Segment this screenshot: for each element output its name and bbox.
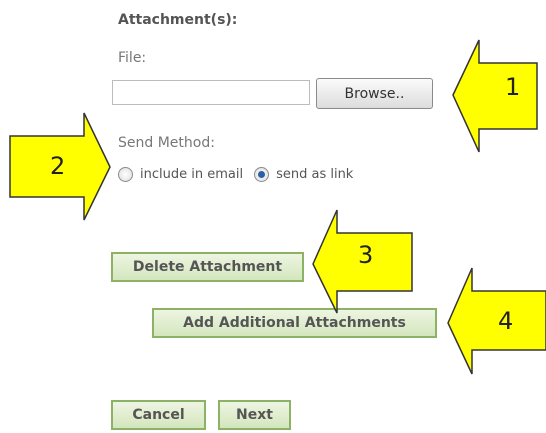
callout-arrow-4: 4 xyxy=(447,267,546,375)
send-as-link-label[interactable]: send as link xyxy=(276,167,353,182)
callout-arrow-1: 1 xyxy=(452,39,538,153)
next-button[interactable]: Next xyxy=(218,400,291,430)
attachments-heading: Attachment(s): xyxy=(118,12,238,28)
delete-attachment-button[interactable]: Delete Attachment xyxy=(111,252,304,282)
callout-arrow-3: 3 xyxy=(312,209,413,314)
include-in-email-label[interactable]: include in email xyxy=(140,167,243,182)
file-label: File: xyxy=(118,50,147,66)
include-in-email-radio[interactable] xyxy=(118,167,133,182)
send-method-label: Send Method: xyxy=(118,135,215,151)
send-as-link-radio[interactable] xyxy=(254,167,270,182)
callout-1-number: 1 xyxy=(505,73,520,101)
callout-4-number: 4 xyxy=(498,307,513,335)
file-path-input[interactable] xyxy=(112,80,310,105)
send-method-radio-group: include in email send as link xyxy=(118,167,364,182)
cancel-button[interactable]: Cancel xyxy=(111,400,206,430)
callout-2-number: 2 xyxy=(50,152,65,180)
browse-button[interactable]: Browse.. xyxy=(316,78,433,109)
callout-arrow-2: 2 xyxy=(9,112,111,221)
callout-3-number: 3 xyxy=(358,241,373,269)
add-additional-attachments-button[interactable]: Add Additional Attachments xyxy=(152,308,437,338)
